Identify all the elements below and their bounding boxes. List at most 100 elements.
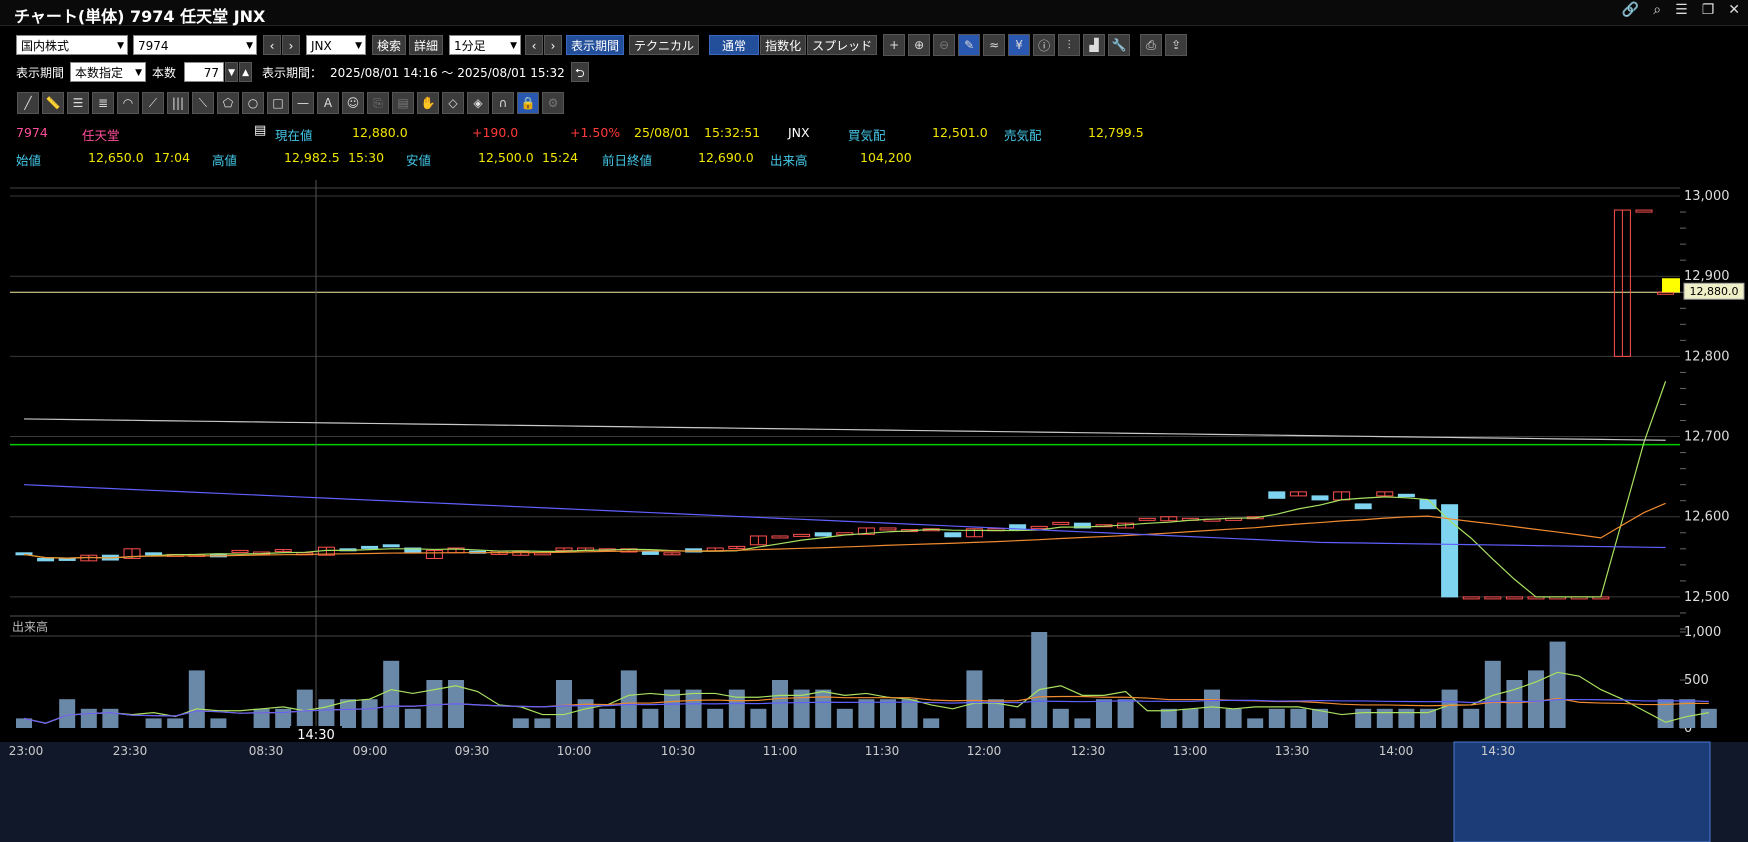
circle-icon[interactable]: ○ (242, 92, 264, 114)
info-icon[interactable]: ⓘ (1033, 34, 1056, 56)
restore-icon[interactable]: ❐ (1702, 2, 1715, 18)
volume-bar (1160, 708, 1177, 728)
reset-range-button[interactable]: ⮌ (570, 62, 589, 82)
bid-value: 12,501.0 (932, 125, 988, 140)
eraser-icon[interactable]: ◇ (442, 92, 464, 114)
fan-lines-icon[interactable]: ⟋ (142, 92, 164, 114)
close-icon[interactable]: ✕ (1728, 2, 1740, 18)
copy-icon[interactable]: ⎘ (367, 92, 389, 114)
quote-exchange: JNX (788, 125, 810, 140)
volume-bar (1549, 641, 1566, 728)
technical-button[interactable]: テクニカル (629, 35, 700, 55)
eraser-all-icon[interactable]: ◈ (467, 92, 489, 114)
volume-bar (1096, 699, 1112, 728)
volume-panel-title: 出来高 (12, 619, 48, 634)
link-icon[interactable]: 🔗 (1622, 2, 1639, 18)
settings-wrench-icon[interactable]: 🔧 (1108, 34, 1131, 56)
quote-name: 任天堂 (82, 128, 120, 143)
bid-label: 買気配 (848, 128, 886, 143)
candle (1397, 493, 1415, 498)
candle (37, 557, 55, 562)
next-symbol-button[interactable]: › (282, 35, 300, 55)
volume-bar (599, 708, 616, 728)
paste-icon[interactable]: ▤ (392, 92, 414, 114)
volume-bar (1657, 699, 1674, 728)
count-mode-select[interactable]: 本数指定 ▼ (70, 62, 147, 82)
horizontal-line-icon[interactable]: — (292, 92, 314, 114)
volume-bar (318, 699, 335, 728)
low-value: 12,500.0 (478, 150, 534, 165)
current-price: 12,880.0 (352, 125, 408, 140)
magnet-icon[interactable]: ∩ (492, 92, 514, 114)
text-icon[interactable]: A (317, 92, 339, 114)
lock-icon[interactable]: 🔒 (517, 92, 539, 114)
volume-bar (361, 699, 378, 728)
candle (814, 532, 832, 537)
memo-icon[interactable]: ▤ (254, 123, 266, 138)
volume-axis-tick-label: 500 (1684, 673, 1709, 688)
code-value: 7974 (138, 39, 169, 53)
compare-chart-icon[interactable]: ≈ (983, 34, 1006, 56)
interval-select[interactable]: 1分足 ▼ (449, 35, 522, 55)
count-label: 本数 (152, 65, 177, 80)
gann-icon[interactable]: ⟍ (192, 92, 214, 114)
time-axis-tick-label: 23:30 (113, 744, 148, 758)
fib-arc-icon[interactable]: ◠ (117, 92, 139, 114)
market-select[interactable]: 国内株式 ▼ (16, 35, 128, 55)
index-mode-button[interactable]: 指数化 (760, 35, 807, 55)
vertical-lines-icon[interactable]: ||| (167, 92, 189, 114)
area-chart-icon[interactable]: ▟ (1083, 34, 1106, 56)
volume-value: 104,200 (860, 150, 912, 165)
count-down-button[interactable]: ▼ (225, 62, 239, 82)
search-button[interactable]: 検索 (372, 35, 407, 55)
current-price-label: 現在値 (275, 128, 313, 143)
prev-period-button[interactable]: ‹ (525, 35, 544, 55)
ma-short-line (23, 381, 1667, 598)
parallel-lines-icon[interactable]: ☰ (67, 92, 89, 114)
print-icon[interactable]: ⎙ (1140, 34, 1163, 56)
fibonacci-icon[interactable]: ≣ (92, 92, 114, 114)
stamp-icon[interactable]: ☺ (342, 92, 364, 114)
count-up-button[interactable]: ▲ (239, 62, 253, 82)
volume-bar (1009, 718, 1026, 728)
prev-close-label: 前日終値 (602, 153, 653, 168)
pentagon-icon[interactable]: ⬠ (217, 92, 239, 114)
trendline-icon[interactable]: ╱ (17, 92, 39, 114)
price-chart[interactable]: 12,500 12,600 12,700 12,800 12,900 13,000 12,8… (0, 180, 1748, 842)
count-input[interactable]: 77 (184, 62, 225, 82)
prev-close-value: 12,690.0 (698, 150, 754, 165)
period-button[interactable]: 表示期間 (566, 35, 625, 55)
search-icon[interactable]: ⌕ (1653, 2, 1661, 18)
rectangle-icon[interactable]: □ (267, 92, 289, 114)
period-label: 表示期間 (16, 65, 65, 80)
exchange-select[interactable]: JNX ▼ (306, 35, 366, 55)
volume-bar (1031, 632, 1048, 728)
volume-bar (685, 689, 702, 728)
change-percent: +1.50% (570, 125, 621, 140)
crosshair-time-label: 14:30 (297, 728, 334, 743)
zoom-out-icon[interactable]: ⊖ (933, 34, 956, 56)
draw-pen-icon[interactable]: ✎ (958, 34, 981, 56)
spread-mode-button[interactable]: スプレッド (807, 35, 878, 55)
my-indicator-icon[interactable]: ⫶ (1058, 34, 1081, 56)
crosshair-icon[interactable]: + (883, 34, 906, 56)
export-icon[interactable]: ⇪ (1165, 34, 1188, 56)
volume-bar (404, 708, 421, 728)
candle (1311, 495, 1329, 501)
volume-bar (707, 708, 724, 728)
ruler-icon[interactable]: 📏 (42, 92, 64, 114)
yen-icon[interactable]: ¥ (1008, 34, 1031, 56)
menu-icon[interactable]: ☰ (1675, 2, 1688, 18)
prev-symbol-button[interactable]: ‹ (263, 35, 281, 55)
next-period-button[interactable]: › (544, 35, 563, 55)
volume-bar (145, 718, 162, 728)
hand-icon[interactable]: ✋ (417, 92, 439, 114)
volume-bar (59, 699, 76, 728)
zoom-in-icon[interactable]: ⊕ (908, 34, 931, 56)
volume-bar (253, 708, 270, 728)
chevron-down-icon: ▼ (510, 41, 518, 51)
detail-button[interactable]: 詳細 (409, 35, 444, 55)
code-input[interactable]: 7974 ▼ (133, 35, 257, 55)
gear-icon[interactable]: ⚙ (542, 92, 564, 114)
normal-mode-button[interactable]: 通常 (709, 35, 760, 55)
